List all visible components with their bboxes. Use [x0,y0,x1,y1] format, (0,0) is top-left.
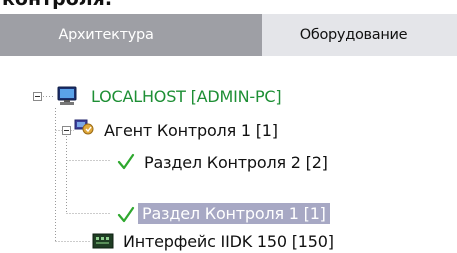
tab-architecture[interactable]: Архитектура [0,14,262,56]
tree-node-section-1-label: Раздел Контроля 1 [1] [138,202,330,224]
tree-node-section-1[interactable]: Раздел Контроля 1 [1] [138,201,330,225]
tab-bar: Архитектура Оборудование [0,14,457,56]
tab-equipment[interactable]: Оборудование [262,14,457,56]
agent-collapse-toggle[interactable] [62,126,71,135]
tree-node-agent[interactable]: Агент Контроля 1 [1] [100,118,282,142]
checkmark-icon [117,153,135,170]
computer-icon [57,86,77,105]
tree-node-localhost[interactable]: LOCALHOST [ADMIN-PC] [87,84,285,108]
tree-node-section-2-label: Раздел Контроля 2 [2] [144,152,328,172]
tree-node-interface-label: Интерфейс IIDK 150 [150] [123,231,334,251]
interface-icon [92,233,114,249]
tree-node-interface[interactable]: Интерфейс IIDK 150 [150] [119,229,338,253]
tree-node-localhost-label: LOCALHOST [ADMIN-PC] [91,86,282,106]
checkmark-icon [117,206,135,223]
root-collapse-toggle[interactable] [33,92,42,101]
equipment-tree: LOCALHOST [ADMIN-PC] Агент Контроля 1 [1… [0,56,457,253]
tree-node-agent-label: Агент Контроля 1 [1] [104,120,278,140]
agent-icon [74,119,94,135]
tree-node-section-2[interactable]: Раздел Контроля 2 [2] [140,150,332,174]
